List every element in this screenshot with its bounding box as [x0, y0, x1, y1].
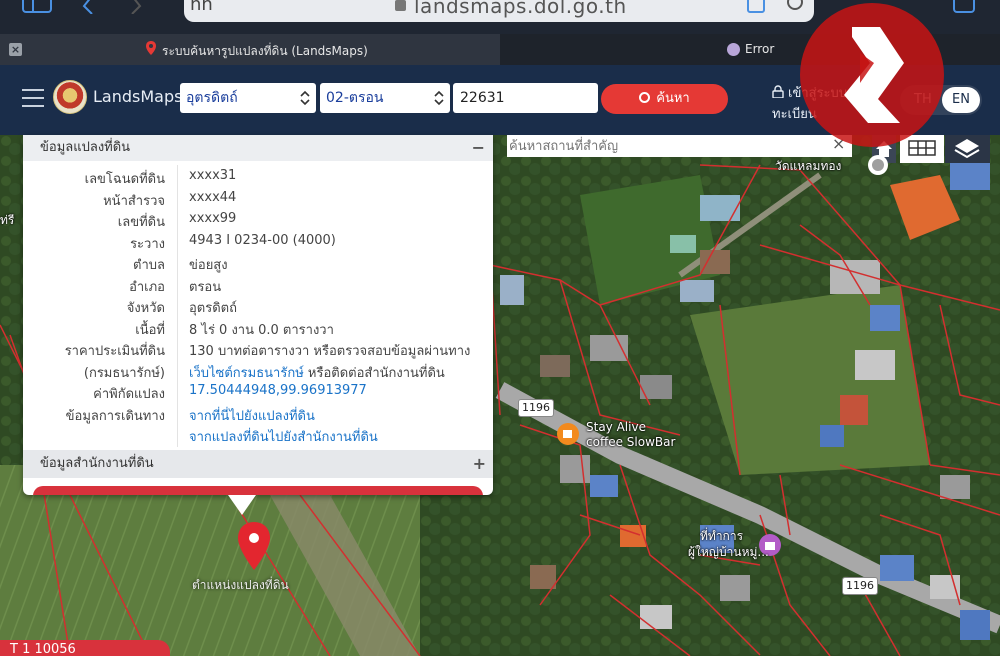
globe-icon [727, 43, 740, 56]
department-logo [53, 80, 87, 114]
parcel-pin-icon[interactable] [236, 522, 272, 572]
district-select[interactable]: 02-ตรอน [320, 83, 450, 113]
treasury-website-link[interactable]: เว็บไซต์กรมธนารักษ์ [189, 366, 304, 381]
parcel-info-panel: ข้อมูลแปลงที่ดิน − เลขโฉนดที่ดิน xxxx31 ห… [23, 135, 493, 495]
directions-to-office-link[interactable]: จากแปลงที่ดินไปยังสำนักงานที่ดิน [189, 426, 378, 447]
row-value: xxxx31 [189, 168, 237, 183]
collapse-icon[interactable]: − [472, 135, 485, 161]
parcel-number-input[interactable] [453, 83, 598, 113]
office-title: ข้อมูลสำนักงานที่ดิน [40, 456, 154, 471]
edge-label: ท่รี [0, 213, 15, 227]
info-row: จากแปลงที่ดินไปยังสำนักงานที่ดิน [23, 423, 493, 445]
search-button[interactable]: ค้นหา [601, 84, 728, 114]
select-arrows-icon [300, 90, 310, 106]
location-pin-icon [146, 41, 156, 55]
info-row: (กรมธนารักษ์) เว็บไซต์กรมธนารักษ์ หรือติด… [23, 359, 493, 381]
lang-en[interactable]: EN [942, 87, 980, 113]
coordinates-link[interactable]: 17.50444948,99.96913977 [189, 383, 367, 398]
expand-icon[interactable]: + [473, 450, 486, 478]
info-row: ข้อมูลการเดินทาง จากที่นี่ไปยังแปลงที่ดิน [23, 402, 493, 424]
bottom-badge: T 1 10056 [0, 640, 170, 656]
parcel-info-table: เลขโฉนดที่ดิน xxxx31 หน้าสำรวจ xxxx44 เลขท… [23, 165, 493, 445]
road-shield: 1196 [518, 399, 554, 417]
info-row: หน้าสำรวจ xxxx44 [23, 187, 493, 209]
info-row: อำเภอ ตรอน [23, 273, 493, 295]
search-icon [639, 92, 651, 103]
cafe-label-2: coffee SlowBar [586, 435, 676, 449]
url-display: landsmaps.dol.go.th [395, 0, 627, 18]
district-value: 02-ตรอน [326, 90, 384, 106]
forward-icon[interactable] [128, 0, 144, 14]
url-text: landsmaps.dol.go.th [414, 0, 627, 18]
close-tab-icon[interactable]: × [9, 43, 22, 56]
panel-title: ข้อมูลแปลงที่ดิน [40, 140, 131, 155]
sidebar-icon[interactable] [22, 0, 54, 14]
share-icon[interactable] [746, 0, 766, 14]
parcel-info-header[interactable]: ข้อมูลแปลงที่ดิน − [23, 135, 493, 161]
temple-icon [868, 155, 888, 175]
brand-name: LandsMaps [93, 87, 183, 106]
tabs-overview-icon[interactable] [950, 0, 980, 14]
landmark-search-input[interactable] [509, 135, 819, 157]
info-row: เลขโฉนดที่ดิน xxxx31 [23, 165, 493, 187]
search-button-label: ค้นหา [656, 91, 690, 106]
info-row: จังหวัด อุตรดิตถ์ [23, 294, 493, 316]
action-button[interactable] [33, 486, 483, 495]
province-value: อุตรดิตถ์ [186, 90, 238, 106]
info-row: เลขที่ดิน xxxx99 [23, 208, 493, 230]
road-shield: 1196 [842, 577, 878, 595]
select-arrows-icon [434, 90, 444, 106]
row-value: 4943 I 0234-00 (4000) [189, 232, 336, 248]
panel-pointer [228, 495, 256, 515]
row-value-rest: หรือติดต่อสำนักงานที่ดิน [303, 365, 445, 381]
back-icon[interactable] [80, 0, 96, 14]
cafe-icon[interactable] [556, 422, 580, 446]
info-row: เนื้อที่ 8 ไร่ 0 งาน 0.0 ตารางวา [23, 316, 493, 338]
cafe-label-1: Stay Alive [586, 420, 646, 434]
lock-icon [772, 85, 784, 99]
menu-icon[interactable] [22, 89, 44, 107]
layers-icon[interactable] [945, 135, 990, 163]
row-value: xxxx99 [189, 211, 237, 226]
watermark-logo [800, 3, 944, 147]
land-office-header[interactable]: ข้อมูลสำนักงานที่ดิน + [23, 450, 493, 478]
info-row: ตำบล ข่อยสูง [23, 251, 493, 273]
tab-title: Error [745, 42, 775, 56]
tab-title: ระบบค้นหารูปแปลงที่ดิน (LandsMaps) [162, 44, 368, 58]
lock-icon [395, 0, 406, 11]
office-label-2: ผู้ใหญ่บ้านหมู่... [688, 545, 769, 559]
tab-landsmaps[interactable]: × ระบบค้นหารูปแปลงที่ดิน (LandsMaps) [0, 34, 500, 65]
row-value: xxxx44 [189, 189, 237, 205]
address-prefix: ññ [190, 0, 213, 15]
info-row: ค่าพิกัดแปลง 17.50444948,99.96913977 [23, 380, 493, 402]
info-row: ระวาง 4943 I 0234-00 (4000) [23, 230, 493, 252]
temple-label: วัดแหลมทอง [775, 159, 842, 173]
info-row: ราคาประเมินที่ดิน 130 บาทต่อตารางวา หรือต… [23, 337, 493, 359]
province-select[interactable]: อุตรดิตถ์ [180, 83, 316, 113]
pin-label: ตำแหน่งแปลงที่ดิน [192, 578, 289, 592]
